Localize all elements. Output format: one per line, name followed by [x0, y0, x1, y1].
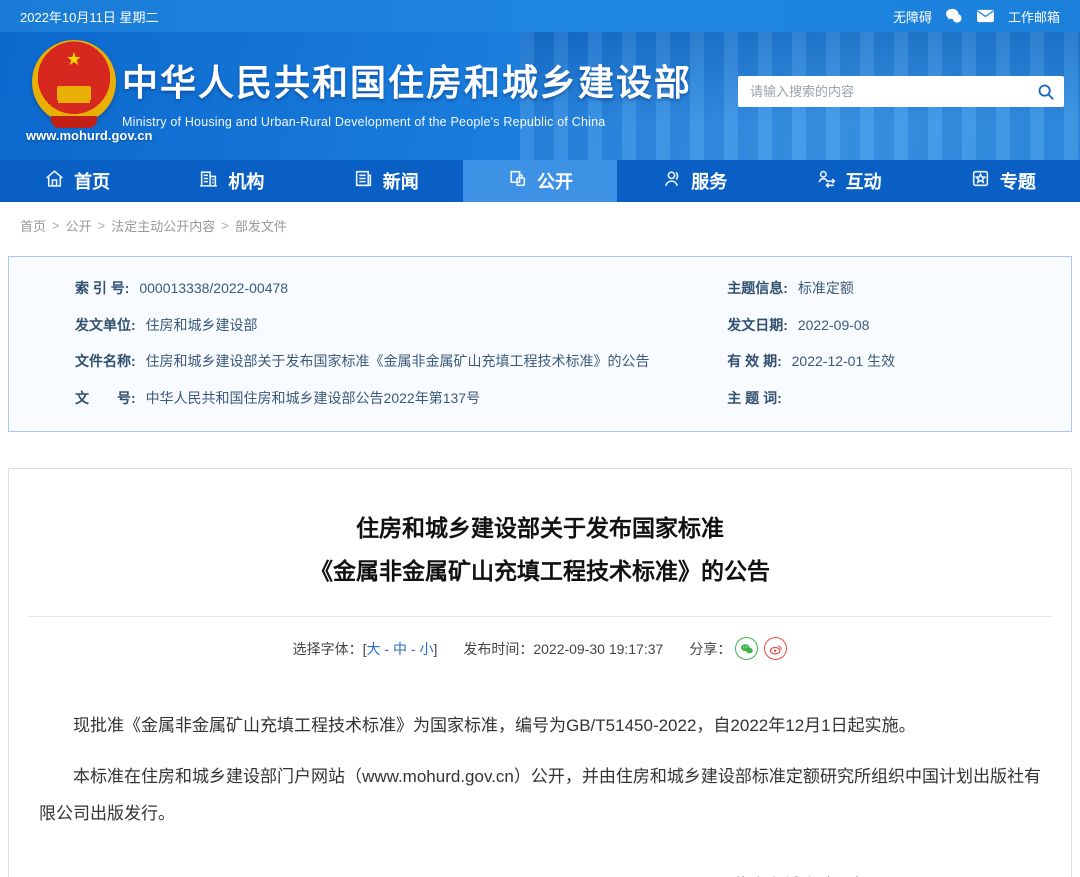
search-icon[interactable] — [1028, 76, 1064, 107]
breadcrumb: 首页 > 公开 > 法定主动公开内容 > 部发文件 — [0, 202, 1080, 248]
search-box — [738, 76, 1064, 107]
topics-icon — [970, 168, 991, 194]
info-row-keywords: 主 题 词: — [727, 389, 782, 406]
search-input[interactable] — [738, 84, 1028, 99]
article-meta-row: 选择字体： [ 大 - 中 - 小 ] 发布时间： 2022-09-30 19:… — [9, 637, 1071, 661]
info-row-document-number: 文 号: 中华人民共和国住房和城乡建设部公告2022年第137号 — [75, 389, 481, 406]
main-nav: 首页 机构 新闻 公开 服务 互动 专题 — [0, 160, 1080, 202]
info-row-issue-date: 发文日期: 2022-09-08 — [727, 316, 870, 333]
publish-time-label: 发布时间： — [463, 640, 534, 657]
breadcrumb-statutory-content[interactable]: 法定主动公开内容 — [111, 216, 215, 235]
site-title: 中华人民共和国住房和城乡建设部 — [122, 62, 693, 103]
interaction-icon — [816, 168, 837, 194]
font-size-small[interactable]: 小 — [419, 639, 433, 659]
document-info-box: 索 引 号: 000013338/2022-00478 发文单位: 住房和城乡建… — [8, 256, 1072, 433]
wechat-icon[interactable] — [945, 8, 963, 24]
font-size-medium[interactable]: 中 — [393, 639, 407, 659]
share-weibo-icon[interactable] — [764, 637, 788, 661]
site-url: www.mohurd.gov.cn — [26, 128, 153, 143]
home-icon — [44, 168, 65, 194]
current-date: 2022年10月11日 星期二 — [20, 9, 159, 25]
national-emblem: ★ — [32, 40, 116, 128]
info-row-index-number: 索 引 号: 000013338/2022-00478 — [75, 280, 289, 296]
news-icon — [353, 168, 374, 194]
breadcrumb-disclosure[interactable]: 公开 — [66, 216, 92, 235]
nav-item-service[interactable]: 服务 — [617, 160, 771, 202]
info-row-subject-info: 主题信息: 标准定额 — [727, 280, 854, 296]
share-label: 分享： — [689, 640, 732, 657]
work-mailbox-link[interactable]: 工作邮箱 — [1008, 7, 1060, 26]
nav-item-topics[interactable]: 专题 — [926, 160, 1080, 202]
disclosure-icon — [507, 168, 528, 194]
accessibility-link[interactable]: 无障碍 — [893, 7, 932, 26]
info-row-effective-date: 有 效 期: 2022-12-01 生效 — [727, 353, 896, 370]
site-header: ★ www.mohurd.gov.cn 中华人民共和国住房和城乡建设部 Mini… — [0, 32, 1080, 160]
article-paragraph-2: 本标准在住房和城乡建设部门户网站（www.mohurd.gov.cn）公开，并由… — [39, 767, 1041, 823]
top-utility-bar: 2022年10月11日 星期二 无障碍 工作邮箱 — [0, 0, 1080, 32]
nav-item-disclosure[interactable]: 公开 — [462, 160, 618, 202]
article-title: 住房和城乡建设部关于发布国家标准 《金属非金属矿山充填工程技术标准》的公告 — [310, 515, 770, 584]
signature-organization: 住房和城乡建设部 — [681, 866, 921, 877]
mail-icon — [976, 9, 995, 23]
info-row-document-name: 文件名称: 住房和城乡建设部关于发布国家标准《金属非金属矿山充填工程技术标准》的… — [75, 353, 650, 370]
organization-icon — [198, 168, 219, 194]
nav-item-interaction[interactable]: 互动 — [771, 160, 925, 202]
nav-item-home[interactable]: 首页 — [0, 160, 154, 202]
breadcrumb-home[interactable]: 首页 — [20, 216, 46, 235]
nav-item-news[interactable]: 新闻 — [309, 160, 463, 202]
article-body: 现批准《金属非金属矿山充填工程技术标准》为国家标准，编号为GB/T51450-2… — [9, 708, 1071, 832]
site-title-english: Ministry of Housing and Urban-Rural Deve… — [122, 115, 606, 129]
nav-item-organization[interactable]: 机构 — [154, 160, 308, 202]
article-content-box: 住房和城乡建设部关于发布国家标准 《金属非金属矿山充填工程技术标准》的公告 选择… — [8, 468, 1072, 877]
font-size-large[interactable]: 大 — [367, 639, 381, 659]
font-selector-label: 选择字体： — [292, 640, 363, 657]
info-row-issuing-unit: 发文单位: 住房和城乡建设部 — [75, 316, 258, 333]
article-paragraph-1: 现批准《金属非金属矿山充填工程技术标准》为国家标准，编号为GB/T51450-2… — [73, 716, 916, 736]
signature-block: 住房和城乡建设部 2022年9月8日 — [681, 866, 921, 877]
title-divider — [27, 616, 1053, 618]
service-icon — [661, 168, 682, 194]
share-wechat-icon[interactable] — [735, 637, 759, 661]
publish-time-value: 2022-09-30 19:17:37 — [533, 640, 664, 657]
breadcrumb-ministry-documents: 部发文件 — [234, 218, 287, 234]
